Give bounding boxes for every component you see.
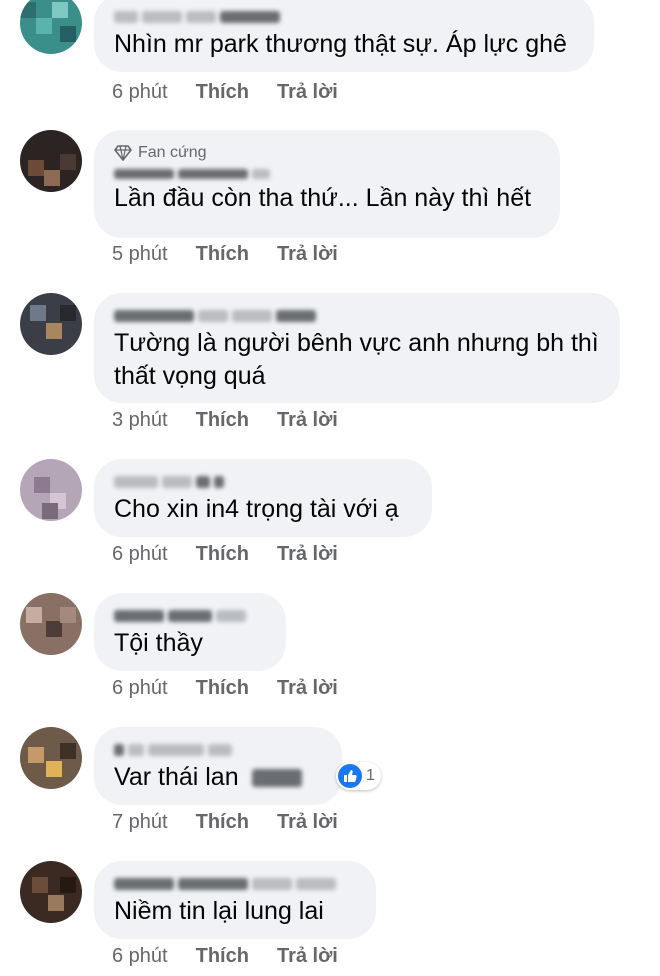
- like-button[interactable]: Thích: [196, 81, 249, 104]
- fan-badge: Fan cứng: [114, 142, 538, 164]
- reply-button[interactable]: Trả lời: [277, 243, 338, 266]
- avatar[interactable]: [20, 0, 82, 54]
- censored-text: [251, 769, 302, 788]
- reply-button[interactable]: Trả lời: [277, 81, 338, 104]
- comment-time[interactable]: 6 phút: [112, 543, 168, 566]
- comment-bubble: Var thái lan: [94, 727, 342, 805]
- comment-time[interactable]: 6 phút: [112, 81, 168, 104]
- like-button[interactable]: Thích: [196, 543, 249, 566]
- like-button[interactable]: Thích: [196, 243, 249, 266]
- comment-bubble: Nhìn mr park thương thật sự. Áp lực ghê: [94, 0, 594, 72]
- reaction-summary[interactable]: 1: [336, 762, 381, 790]
- comment-time[interactable]: 3 phút: [112, 409, 168, 432]
- comment-actions: 7 phút Thích Trả lời: [112, 811, 338, 834]
- comment-bubble: Fan cứng Lần đầu còn tha thứ... Lần này …: [94, 130, 560, 238]
- avatar[interactable]: [20, 293, 82, 355]
- reply-button[interactable]: Trả lời: [277, 811, 338, 834]
- comment-bubble: Niềm tin lại lung lai: [94, 861, 376, 939]
- comment-text-line-1: Tường là người bênh vực anh nhưng bh thì: [114, 329, 599, 357]
- commenter-name[interactable]: [114, 873, 354, 895]
- comment-text: Niềm tin lại lung lai: [114, 897, 324, 925]
- reply-button[interactable]: Trả lời: [277, 543, 338, 566]
- comment-time[interactable]: 7 phút: [112, 811, 168, 834]
- avatar[interactable]: [20, 727, 82, 789]
- comment-actions: 3 phút Thích Trả lời: [112, 409, 338, 432]
- reply-button[interactable]: Trả lời: [277, 409, 338, 432]
- avatar[interactable]: [20, 130, 82, 192]
- comment-actions: 6 phút Thích Trả lời: [112, 81, 338, 104]
- comment-actions: 6 phút Thích Trả lời: [112, 543, 338, 566]
- like-button[interactable]: Thích: [196, 677, 249, 700]
- comment-actions: 5 phút Thích Trả lời: [112, 243, 338, 266]
- avatar[interactable]: [20, 459, 82, 521]
- comment-text-visible: Var thái lan: [114, 763, 239, 791]
- comment-text: Nhìn mr park thương thật sự. Áp lực ghê: [114, 30, 567, 58]
- comment-text: Lần đầu còn tha thứ... Lần này thì hết: [114, 184, 532, 212]
- comment-text: Var thái lan: [114, 761, 320, 794]
- commenter-name[interactable]: [114, 605, 264, 627]
- comment-bubble: Tường là người bênh vực anh nhưng bh thì…: [94, 293, 620, 403]
- diamond-icon: [114, 145, 132, 161]
- avatar[interactable]: [20, 593, 82, 655]
- like-button[interactable]: Thích: [196, 945, 249, 968]
- like-button[interactable]: Thích: [196, 811, 249, 834]
- comment-text: Cho xin in4 trọng tài với ạ: [114, 495, 399, 523]
- comment-bubble: Cho xin in4 trọng tài với ạ: [94, 459, 432, 537]
- reaction-count: 1: [366, 767, 375, 784]
- commenter-name[interactable]: [114, 471, 410, 493]
- comment-actions: 6 phút Thích Trả lời: [112, 945, 338, 968]
- reply-button[interactable]: Trả lời: [277, 945, 338, 968]
- comment-time[interactable]: 6 phút: [112, 945, 168, 968]
- comment-actions: 6 phút Thích Trả lời: [112, 677, 338, 700]
- comment-time[interactable]: 6 phút: [112, 677, 168, 700]
- thumbs-up-icon: [338, 764, 362, 788]
- comment-text: Tội thầy: [114, 629, 203, 657]
- reply-button[interactable]: Trả lời: [277, 677, 338, 700]
- comment-time[interactable]: 5 phút: [112, 243, 168, 266]
- commenter-name[interactable]: [114, 305, 598, 327]
- commenter-name[interactable]: [114, 739, 320, 761]
- avatar[interactable]: [20, 861, 82, 923]
- comment-text-line-2: thất vọng quá: [114, 362, 266, 390]
- comment-bubble: Tội thầy: [94, 593, 286, 671]
- fan-badge-label: Fan cứng: [138, 144, 207, 161]
- commenter-name[interactable]: [114, 6, 572, 28]
- commenter-name[interactable]: [114, 166, 538, 182]
- like-button[interactable]: Thích: [196, 409, 249, 432]
